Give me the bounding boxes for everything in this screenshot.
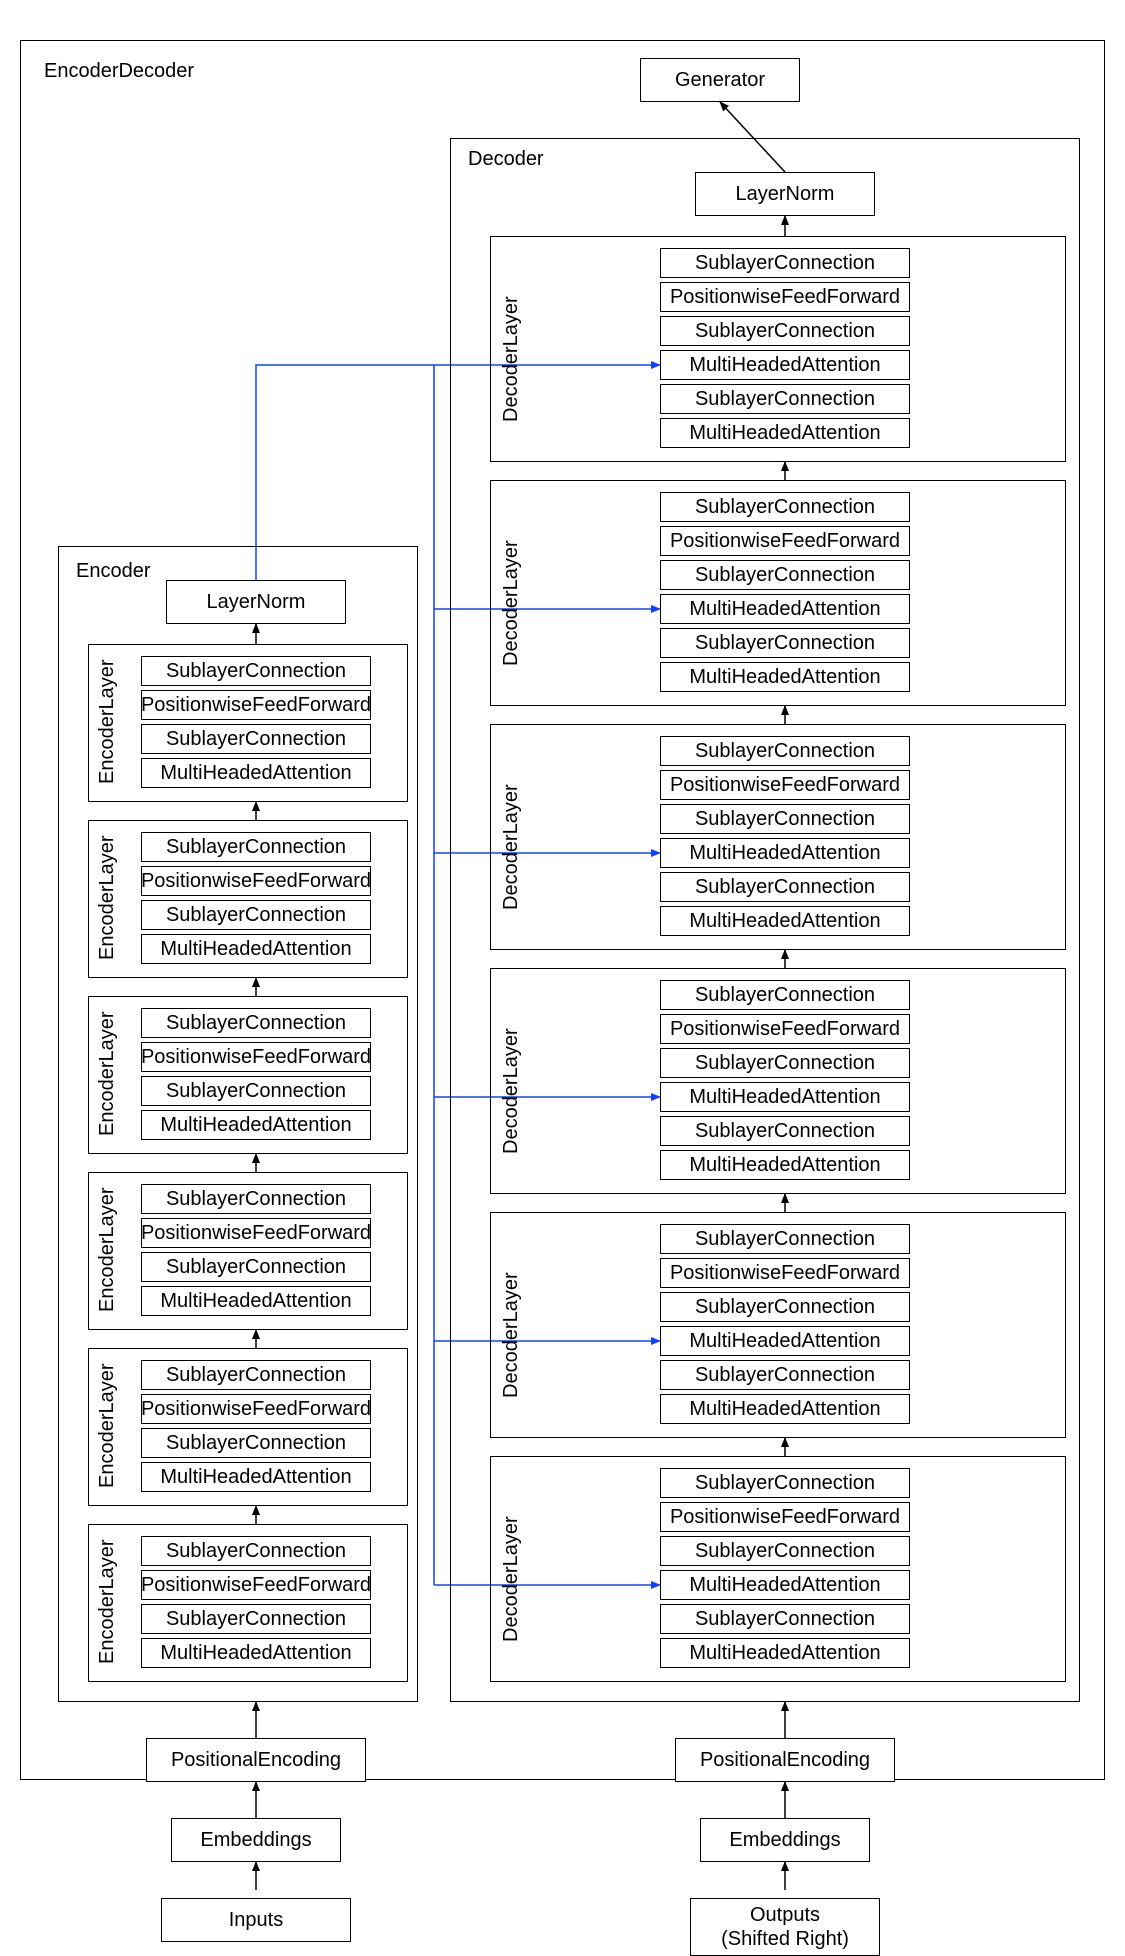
encoder-layernorm-box: LayerNorm <box>166 580 346 624</box>
decoder-block-box: SublayerConnection <box>660 316 910 346</box>
encoder-block-box: SublayerConnection <box>141 1428 371 1458</box>
decoder-block-box: MultiHeadedAttention <box>660 838 910 868</box>
decoder-block-box: SublayerConnection <box>660 1604 910 1634</box>
encoder-layer-label: EncoderLayer <box>96 659 119 784</box>
encoder-block-box: SublayerConnection <box>141 1008 371 1038</box>
encoder-block-box: SublayerConnection <box>141 1536 371 1566</box>
decoder-block-box: SublayerConnection <box>660 1292 910 1322</box>
encoder-block-box: SublayerConnection <box>141 832 371 862</box>
decoder-block-box: MultiHeadedAttention <box>660 1082 910 1112</box>
decoder-block-box: PositionwiseFeedForward <box>660 282 910 312</box>
decoder-block-box: MultiHeadedAttention <box>660 1570 910 1600</box>
encoder-block-box: MultiHeadedAttention <box>141 1286 371 1316</box>
encoder-block-box: SublayerConnection <box>141 900 371 930</box>
decoder-block-box: PositionwiseFeedForward <box>660 770 910 800</box>
decoder-layer-label: DecoderLayer <box>500 1272 523 1398</box>
encoder-block-box: SublayerConnection <box>141 724 371 754</box>
encoder-block-box: SublayerConnection <box>141 656 371 686</box>
decoder-block-box: PositionwiseFeedForward <box>660 1258 910 1288</box>
decoder-label: Decoder <box>468 148 544 171</box>
encoder-block-box: MultiHeadedAttention <box>141 758 371 788</box>
decoder-block-box: SublayerConnection <box>660 736 910 766</box>
decoder-block-box: PositionwiseFeedForward <box>660 1502 910 1532</box>
decoder-layernorm-box: LayerNorm <box>695 172 875 216</box>
encoder-posenc-box: PositionalEncoding <box>146 1738 366 1782</box>
decoder-layer-label: DecoderLayer <box>500 296 523 422</box>
encoder-label: Encoder <box>76 560 151 583</box>
encoder-layer-label: EncoderLayer <box>96 1011 119 1136</box>
decoder-block-box: MultiHeadedAttention <box>660 906 910 936</box>
decoder-layer-label: DecoderLayer <box>500 1516 523 1642</box>
encoder-decoder-label: EncoderDecoder <box>44 60 194 83</box>
decoder-block-box: MultiHeadedAttention <box>660 1394 910 1424</box>
encoder-block-box: SublayerConnection <box>141 1252 371 1282</box>
decoder-block-box: SublayerConnection <box>660 980 910 1010</box>
decoder-block-box: MultiHeadedAttention <box>660 1150 910 1180</box>
encoder-layer-label: EncoderLayer <box>96 1363 119 1488</box>
decoder-block-box: MultiHeadedAttention <box>660 350 910 380</box>
decoder-input-box: Outputs (Shifted Right) <box>690 1898 880 1956</box>
decoder-layer-label: DecoderLayer <box>500 540 523 666</box>
decoder-block-box: SublayerConnection <box>660 1224 910 1254</box>
encoder-block-box: PositionwiseFeedForward <box>141 1570 371 1600</box>
decoder-block-box: SublayerConnection <box>660 628 910 658</box>
decoder-block-box: SublayerConnection <box>660 872 910 902</box>
encoder-block-box: SublayerConnection <box>141 1076 371 1106</box>
encoder-block-box: PositionwiseFeedForward <box>141 1042 371 1072</box>
encoder-embeddings-box: Embeddings <box>171 1818 341 1862</box>
decoder-block-box: SublayerConnection <box>660 1048 910 1078</box>
encoder-block-box: PositionwiseFeedForward <box>141 690 371 720</box>
decoder-embeddings-box: Embeddings <box>700 1818 870 1862</box>
encoder-block-box: MultiHeadedAttention <box>141 1638 371 1668</box>
decoder-block-box: SublayerConnection <box>660 1536 910 1566</box>
encoder-block-box: PositionwiseFeedForward <box>141 1218 371 1248</box>
encoder-block-box: MultiHeadedAttention <box>141 934 371 964</box>
encoder-block-box: PositionwiseFeedForward <box>141 1394 371 1424</box>
encoder-layer-label: EncoderLayer <box>96 835 119 960</box>
encoder-block-box: MultiHeadedAttention <box>141 1110 371 1140</box>
encoder-layer-label: EncoderLayer <box>96 1539 119 1664</box>
decoder-block-box: SublayerConnection <box>660 1360 910 1390</box>
decoder-block-box: SublayerConnection <box>660 1468 910 1498</box>
encoder-block-box: MultiHeadedAttention <box>141 1462 371 1492</box>
decoder-block-box: MultiHeadedAttention <box>660 418 910 448</box>
generator-box: Generator <box>640 58 800 102</box>
encoder-block-box: SublayerConnection <box>141 1604 371 1634</box>
decoder-block-box: SublayerConnection <box>660 804 910 834</box>
encoder-input-box: Inputs <box>161 1898 351 1942</box>
encoder-block-box: PositionwiseFeedForward <box>141 866 371 896</box>
decoder-block-box: SublayerConnection <box>660 492 910 522</box>
decoder-block-box: MultiHeadedAttention <box>660 1326 910 1356</box>
decoder-layer-label: DecoderLayer <box>500 784 523 910</box>
decoder-block-box: SublayerConnection <box>660 384 910 414</box>
decoder-block-box: SublayerConnection <box>660 560 910 590</box>
decoder-block-box: MultiHeadedAttention <box>660 1638 910 1668</box>
decoder-block-box: SublayerConnection <box>660 1116 910 1146</box>
encoder-block-box: SublayerConnection <box>141 1360 371 1390</box>
decoder-layer-label: DecoderLayer <box>500 1028 523 1154</box>
decoder-block-box: PositionwiseFeedForward <box>660 1014 910 1044</box>
decoder-block-box: SublayerConnection <box>660 248 910 278</box>
decoder-posenc-box: PositionalEncoding <box>675 1738 895 1782</box>
decoder-block-box: MultiHeadedAttention <box>660 662 910 692</box>
decoder-block-box: MultiHeadedAttention <box>660 594 910 624</box>
encoder-layer-label: EncoderLayer <box>96 1187 119 1312</box>
encoder-block-box: SublayerConnection <box>141 1184 371 1214</box>
decoder-block-box: PositionwiseFeedForward <box>660 526 910 556</box>
